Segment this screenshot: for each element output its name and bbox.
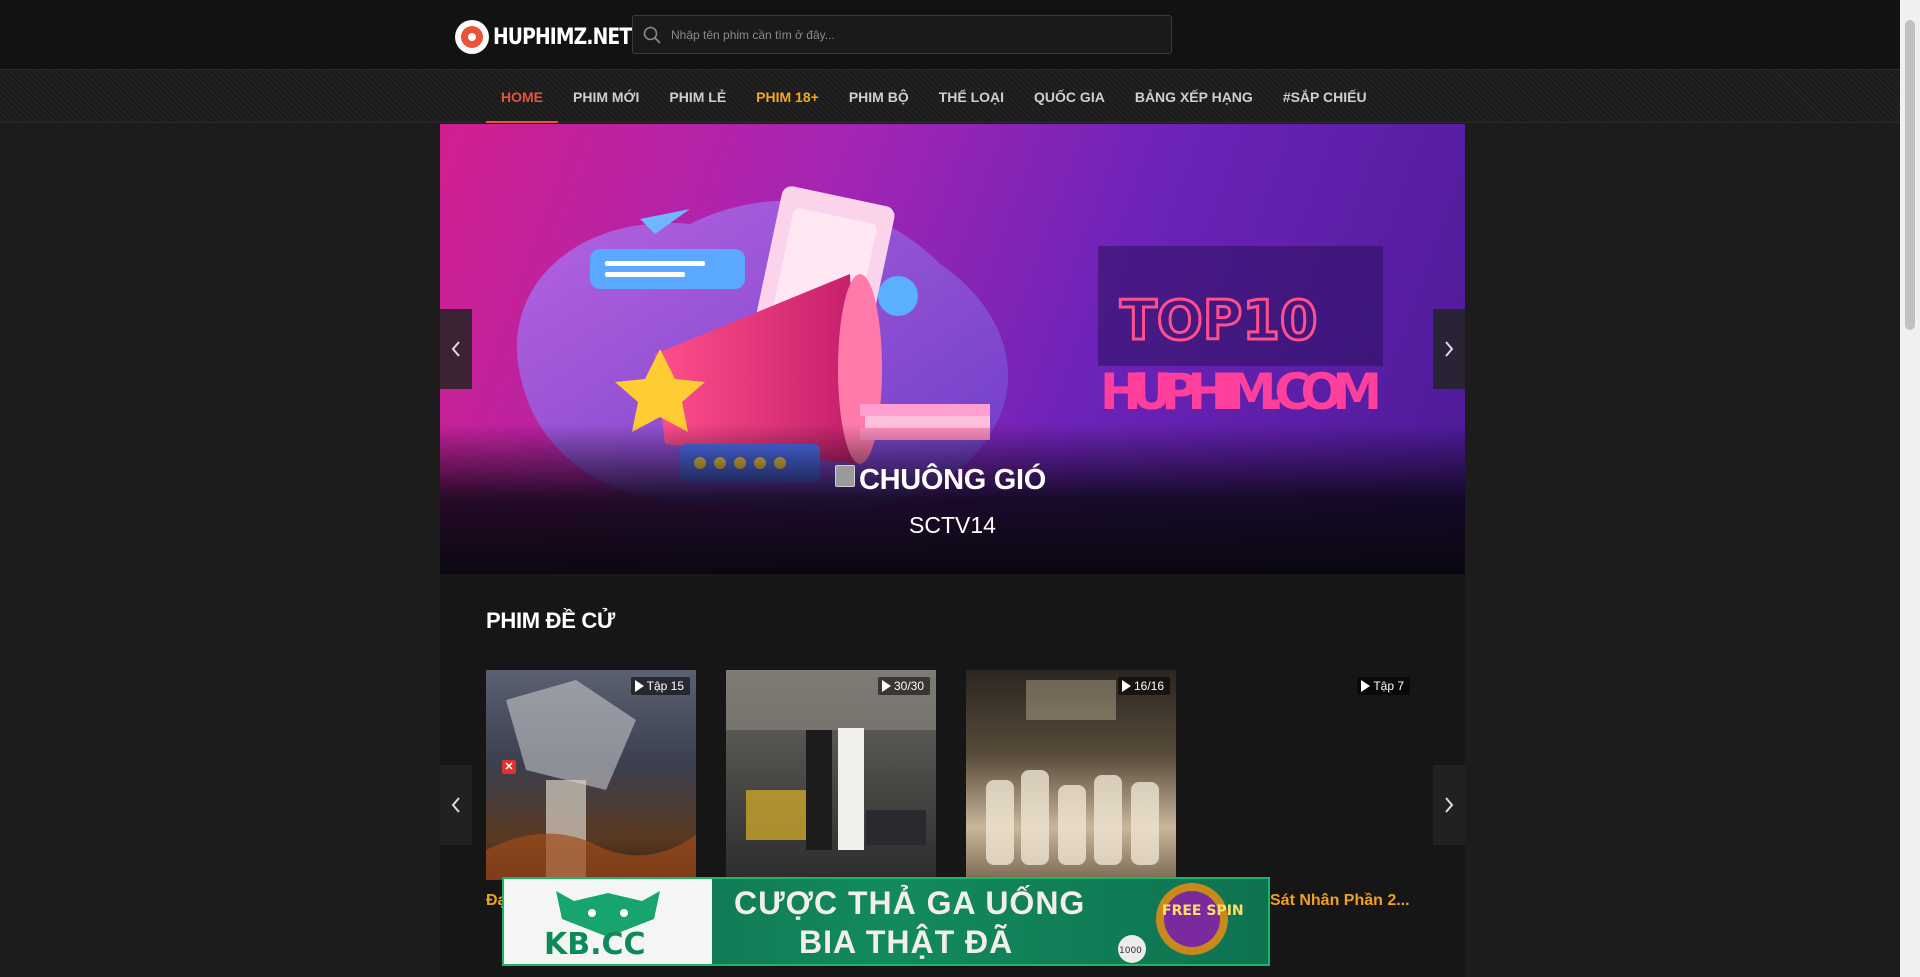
slide-shade: [440, 424, 1465, 574]
page-scrollbar[interactable]: [1900, 0, 1920, 977]
close-icon[interactable]: ✕: [502, 760, 516, 774]
play-icon: [881, 680, 891, 692]
slider-prev-button[interactable]: [440, 309, 472, 389]
logo-text: HUPHIMZ.NET: [493, 24, 632, 50]
nav-phim-18[interactable]: PHIM 18+: [741, 71, 834, 123]
ad-banner[interactable]: KB.CC CƯỢC THẢ GA UỐNG BIA THẬT ĐÃ FREE …: [502, 877, 1270, 966]
ad-logo-text: KB.CC: [544, 927, 646, 962]
nav-phim-moi[interactable]: PHIM MỚI: [558, 71, 654, 123]
spin-wheel-icon: FREE SPIN 1000: [1118, 883, 1244, 963]
logo-icon: [455, 20, 489, 54]
nav-phim-le[interactable]: PHIM LẺ: [654, 71, 741, 123]
section-title: PHIM ĐỀ CỬ: [486, 608, 615, 633]
nav-bang-xep-hang[interactable]: BẢNG XẾP HẠNG: [1120, 71, 1268, 123]
movie-title[interactable]: Sát Nhân Phần 2...: [1270, 892, 1410, 910]
svg-text:FREE SPIN: FREE SPIN: [1162, 903, 1244, 919]
movie-poster[interactable]: 16/16: [966, 670, 1176, 880]
chevron-right-icon: [1445, 797, 1454, 813]
nav-menu: HOME PHIM MỚI PHIM LẺ PHIM 18+ PHIM BỘ T…: [486, 71, 1382, 123]
carousel-next-button[interactable]: [1433, 765, 1465, 845]
movie-poster[interactable]: Tập 15 ✕: [486, 670, 696, 880]
play-icon: [1361, 680, 1371, 692]
main-nav: HOME PHIM MỚI PHIM LẺ PHIM 18+ PHIM BỘ T…: [0, 71, 1900, 123]
carousel-prev-button[interactable]: [440, 765, 472, 845]
ad-subheadline: BIA THẬT ĐÃ: [799, 924, 1014, 960]
movie-poster[interactable]: 30/30: [726, 670, 936, 880]
search-box: [632, 15, 1172, 54]
episode-badge: 16/16: [1117, 677, 1170, 695]
ad-headline: CƯỢC THẢ GA UỐNG: [734, 885, 1086, 921]
ad-logo: KB.CC: [504, 879, 712, 964]
slide-subtitle: SCTV14: [909, 512, 996, 538]
svg-text:1000: 1000: [1119, 946, 1142, 956]
svg-text:TOP10: TOP10: [1120, 289, 1317, 352]
episode-badge: Tập 7: [1357, 677, 1410, 695]
play-icon: [1121, 680, 1131, 692]
nav-the-loai[interactable]: THỂ LOẠI: [924, 71, 1019, 123]
poster-art: [986, 680, 1159, 865]
header: HUPHIMZ.NET: [0, 0, 1900, 70]
chevron-left-icon: [451, 797, 460, 813]
nav-sap-chieu[interactable]: #SẮP CHIẾU: [1268, 71, 1382, 123]
search-icon[interactable]: [633, 16, 671, 53]
play-icon: [634, 680, 644, 692]
episode-badge: 30/30: [877, 677, 930, 695]
slider-next-button[interactable]: [1433, 309, 1465, 389]
chevron-right-icon: [1445, 341, 1454, 357]
nav-quoc-gia[interactable]: QUỐC GIA: [1019, 71, 1120, 123]
hero-slider[interactable]: TOP10 HUPHIM.COM CHUÔNG GIÓ SCTV14: [440, 124, 1465, 574]
poster-art: [726, 670, 936, 850]
nav-home[interactable]: HOME: [486, 71, 558, 123]
episode-badge: Tập 15: [630, 677, 690, 695]
nav-phim-bo[interactable]: PHIM BỘ: [834, 71, 924, 123]
scrollbar-thumb[interactable]: [1905, 20, 1915, 330]
chevron-left-icon: [451, 341, 460, 357]
movie-poster[interactable]: Tập 7: [1206, 670, 1416, 880]
search-input[interactable]: [671, 16, 1171, 53]
site-logo[interactable]: HUPHIMZ.NET: [455, 20, 656, 54]
main-content: TOP10 HUPHIM.COM CHUÔNG GIÓ SCTV14 PHIM …: [440, 124, 1465, 977]
slide-title[interactable]: CHUÔNG GIÓ: [440, 464, 1465, 497]
svg-text:HUPHIM.COM: HUPHIM.COM: [1100, 363, 1382, 421]
poster-art: [486, 680, 696, 880]
